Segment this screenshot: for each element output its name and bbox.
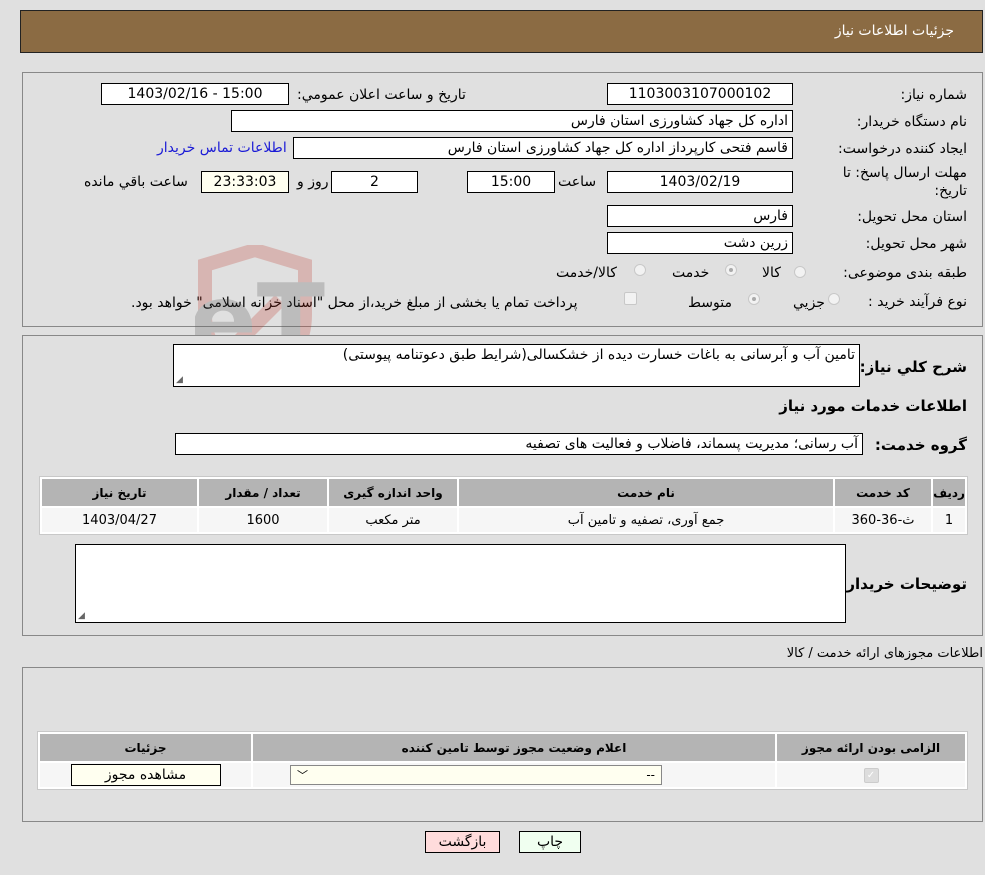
time-label: ساعت (558, 174, 597, 190)
category-radio-service[interactable] (725, 264, 737, 276)
announce-field: 1403/02/16 - 15:00 (101, 83, 289, 105)
table-row: 1 ث-36-360 جمع آوری، تصفیه و تامین آب مت… (42, 508, 965, 532)
deadline-date-field: 1403/02/19 (607, 171, 793, 193)
cell-row: 1 (933, 508, 965, 532)
resize-handle-icon[interactable]: ◢ (78, 611, 85, 621)
cell-code: ث-36-360 (835, 508, 931, 532)
resize-handle-icon[interactable]: ◢ (176, 375, 183, 385)
buyer-org-field: اداره کل جهاد کشاورزی استان فارس (231, 110, 793, 132)
cell-unit: متر مکعب (329, 508, 457, 532)
view-permit-button[interactable]: مشاهده مجوز (70, 764, 221, 786)
col-date: تاریخ نیاز (42, 479, 197, 506)
need-number-field: 1103003107000102 (607, 83, 793, 105)
need-number-label: شماره نیاز: (900, 87, 968, 103)
col-required: الزامی بودن ارائه مجوز (777, 734, 965, 761)
required-checkbox[interactable]: ✓ (863, 768, 879, 783)
announce-label: تاریخ و ساعت اعلان عمومي: (297, 87, 466, 103)
category-option-goods-service: کالا/خدمت (556, 265, 617, 281)
col-row: ردیف (933, 479, 965, 506)
category-radio-goods-service[interactable] (634, 264, 646, 276)
treasury-checkbox[interactable] (624, 292, 637, 305)
col-status: اعلام وضعیت مجوز توسط تامین کننده (253, 734, 775, 761)
buyer-notes-textarea[interactable]: ◢ (75, 544, 846, 623)
table-row: ✓ -- ﹀ مشاهده مجوز (40, 763, 965, 787)
cell-required: ✓ (777, 763, 965, 787)
deadline-label: مهلت ارسال پاسخ: تا تاریخ: (842, 165, 967, 199)
process-label: نوع فرآیند خرید : (868, 294, 967, 310)
buyer-org-label: نام دستگاه خریدار: (856, 114, 967, 130)
col-unit: واحد اندازه گیری (329, 479, 457, 506)
description-label: شرح کلي نیاز: (859, 358, 967, 376)
chevron-down-icon: ﹀ (297, 769, 308, 782)
creator-field: قاسم فتحی کارپرداز اداره کل جهاد کشاورزی… (293, 137, 793, 159)
col-details: جزئیات (40, 734, 251, 761)
process-option-minor: جزيي (793, 295, 825, 311)
cell-qty: 1600 (199, 508, 327, 532)
page-title: جزئیات اطلاعات نیاز (834, 23, 954, 39)
cell-details: مشاهده مجوز (40, 763, 251, 787)
process-radio-medium[interactable] (748, 293, 760, 305)
description-text: تامین آب و آبرسانی به باغات خسارت دیده ا… (342, 347, 855, 363)
province-field: فارس (607, 205, 793, 227)
city-label: شهر محل تحویل: (865, 236, 967, 252)
col-code: کد خدمت (835, 479, 931, 506)
cell-status: -- ﹀ (253, 763, 775, 787)
buyer-notes-label: توضیحات خریدار: (840, 575, 967, 593)
province-label: استان محل تحویل: (857, 209, 967, 225)
days-field: 2 (331, 171, 418, 193)
permit-status-select[interactable]: -- ﹀ (290, 765, 662, 785)
services-section-title: اطلاعات خدمات مورد نیاز (779, 397, 967, 415)
permits-table-header: الزامی بودن ارائه مجوز اعلام وضعیت مجوز … (40, 734, 965, 761)
remaining-time-field: 23:33:03 (201, 171, 289, 193)
back-button[interactable]: بازگشت (425, 831, 500, 853)
page-header: جزئیات اطلاعات نیاز (20, 10, 983, 53)
services-table: ردیف کد خدمت نام خدمت واحد اندازه گیری ت… (39, 476, 968, 535)
cell-name: جمع آوری، تصفیه و تامین آب (459, 508, 833, 532)
process-radio-minor[interactable] (828, 293, 840, 305)
creator-label: ایجاد کننده درخواست: (838, 141, 967, 157)
remaining-label: ساعت باقي مانده (84, 174, 188, 190)
permits-table: الزامی بودن ارائه مجوز اعلام وضعیت مجوز … (37, 731, 968, 790)
deadline-time-field: 15:00 (467, 171, 555, 193)
service-group-label: گروه خدمت: (874, 436, 967, 454)
permits-section-title: اطلاعات مجوزهای ارائه خدمت / کالا (786, 646, 983, 661)
category-option-goods: کالا (762, 265, 781, 281)
service-group-field: آب رسانی؛ مدیریت پسماند، فاضلاب و فعالیت… (175, 433, 863, 455)
services-table-header: ردیف کد خدمت نام خدمت واحد اندازه گیری ت… (42, 479, 965, 506)
treasury-note: پرداخت تمام یا بخشی از مبلغ خرید،از محل … (131, 295, 578, 311)
category-option-service: خدمت (672, 265, 710, 281)
category-radio-goods[interactable] (794, 266, 806, 278)
buyer-contact-link[interactable]: اطلاعات تماس خریدار (157, 140, 287, 156)
cell-date: 1403/04/27 (42, 508, 197, 532)
days-label: روز و (297, 174, 329, 190)
description-textarea[interactable]: تامین آب و آبرسانی به باغات خسارت دیده ا… (173, 344, 860, 387)
permit-status-value: -- (646, 768, 655, 782)
col-name: نام خدمت (459, 479, 833, 506)
process-option-medium: متوسط (688, 295, 732, 311)
print-button[interactable]: چاپ (519, 831, 581, 853)
col-qty: تعداد / مقدار (199, 479, 327, 506)
city-field: زرین دشت (607, 232, 793, 254)
category-label: طبقه بندی موضوعی: (843, 265, 967, 281)
